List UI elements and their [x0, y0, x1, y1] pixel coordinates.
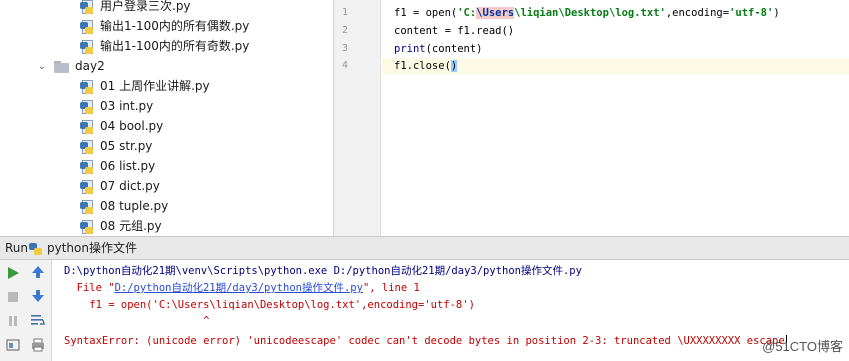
code-token: f1.close( [394, 60, 451, 72]
python-file-icon [80, 219, 96, 235]
project-tree: 用户登录三次.py 输出1-100内的所有偶数.py 输出1-100内的所有奇数… [0, 0, 333, 236]
line-number: 1 [341, 7, 348, 18]
layout-icon [6, 339, 20, 351]
console-traceback-code: f1 = open('C:\Users\liqian\Desktop\log.t… [64, 299, 475, 311]
down-stack-button[interactable] [29, 287, 47, 305]
code-line-1[interactable]: f1 = open('C:\Users\liqian\Desktop\log.t… [394, 5, 780, 22]
traceback-suffix: ", line 1 [362, 282, 420, 294]
code-line-2[interactable]: content = f1.read() [394, 23, 514, 40]
chevron-down-icon[interactable]: ⌄ [36, 57, 48, 77]
stop-icon [8, 292, 18, 302]
run-label[interactable]: Run [5, 237, 28, 259]
traceback-file-link[interactable]: D:/python自动化21期/day3/python操作文件.py [115, 282, 363, 294]
python-file-icon [80, 39, 96, 55]
folder-icon [54, 60, 70, 73]
code-builtin: print [394, 43, 426, 55]
print-button[interactable] [29, 336, 47, 354]
python-file-icon [80, 19, 96, 35]
rerun-button[interactable] [4, 264, 22, 282]
tree-file-item[interactable]: 08 tuple.py [80, 196, 168, 216]
python-icon [29, 243, 42, 255]
tree-file-item[interactable]: 07 dict.py [80, 176, 160, 196]
python-file-icon [80, 0, 96, 15]
tree-file-label: 07 dict.py [100, 179, 160, 193]
tree-file-item[interactable]: 用户登录三次.py [80, 0, 191, 16]
line-number: 3 [341, 43, 348, 54]
matched-bracket: ) [450, 60, 458, 72]
line-number: 4 [341, 60, 348, 71]
traceback-prefix: File " [64, 282, 115, 294]
tree-file-label: 输出1-100内的所有奇数.py [100, 39, 250, 53]
code-token: f1 = open( [394, 7, 458, 19]
tree-file-label: 08 元组.py [100, 219, 162, 233]
tree-file-item[interactable]: 05 str.py [80, 136, 152, 156]
python-file-icon [80, 119, 96, 135]
console-traceback-caret: ^ [64, 315, 210, 327]
python-file-icon [80, 179, 96, 195]
wrap-icon [31, 315, 45, 325]
console-error-line: SyntaxError: (unicode error) 'unicodeesc… [64, 333, 787, 349]
line-number: 2 [341, 25, 348, 36]
console-command-line: D:\python自动化21期\venv\Scripts\python.exe … [64, 265, 582, 277]
tree-file-item[interactable]: 03 int.py [80, 96, 153, 116]
python-file-icon [80, 79, 96, 95]
watermark: @51CTO博客 [762, 339, 843, 354]
tree-folder-day2[interactable]: ⌄ day2 [36, 56, 105, 76]
code-token: (content) [425, 43, 483, 55]
tree-folder-label: day2 [75, 59, 105, 73]
tree-file-item[interactable]: 08 元组.py [80, 216, 162, 236]
console-traceback-file: File "D:/python自动化21期/day3/python操作文件.py… [64, 280, 420, 296]
run-toolbar [0, 260, 52, 361]
stop-button[interactable] [4, 288, 22, 306]
python-file-icon [80, 99, 96, 115]
code-error-escape: \Users [476, 7, 515, 19]
soft-wrap-button[interactable] [29, 311, 47, 329]
up-stack-button[interactable] [29, 263, 47, 281]
code-string: 'C: [457, 7, 477, 19]
line-number-gutter: 1 2 3 4 [334, 0, 381, 236]
pause-button[interactable] [4, 312, 22, 330]
code-line-4-current[interactable]: f1.close() [382, 58, 849, 75]
run-console[interactable]: D:\python自动化21期\venv\Scripts\python.exe … [52, 260, 849, 361]
code-string: \liqian\Desktop\log.txt' [514, 7, 666, 19]
tree-file-item[interactable]: 04 bool.py [80, 116, 163, 136]
tree-file-label: 输出1-100内的所有偶数.py [100, 19, 250, 33]
arrow-down-icon [32, 290, 44, 302]
tree-file-label: 05 str.py [100, 139, 153, 153]
run-tool-window-header: Run python操作文件 [0, 236, 849, 260]
code-string: 'utf-8' [729, 7, 774, 19]
tree-file-item[interactable]: 输出1-100内的所有偶数.py [80, 16, 249, 36]
tree-file-item[interactable]: 输出1-100内的所有奇数.py [80, 36, 249, 56]
python-file-icon [80, 159, 96, 175]
error-message: SyntaxError: (unicode error) 'unicodeesc… [64, 335, 785, 347]
run-config-tab[interactable]: python操作文件 [47, 237, 137, 259]
code-token: ,encoding= [665, 7, 730, 19]
tree-file-item[interactable]: 01 上周作业讲解.py [80, 76, 210, 96]
tree-file-label: 06 list.py [100, 159, 156, 173]
tree-file-label: 01 上周作业讲解.py [100, 79, 210, 93]
code-line-3[interactable]: print(content) [394, 41, 483, 58]
tree-file-label: 04 bool.py [100, 119, 164, 133]
tree-file-label: 03 int.py [100, 99, 154, 113]
tree-file-item[interactable]: 06 list.py [80, 156, 155, 176]
python-file-icon [80, 139, 96, 155]
play-icon [8, 267, 19, 279]
pause-icon [9, 316, 17, 326]
code-editor[interactable]: 1 2 3 4 f1 = open('C:\Users\liqian\Deskt… [333, 0, 849, 236]
code-token: ) [773, 7, 780, 19]
tree-file-label: 用户登录三次.py [100, 0, 191, 13]
tree-file-label: 08 tuple.py [100, 199, 169, 213]
python-file-icon [80, 199, 96, 215]
layout-button[interactable] [4, 336, 22, 354]
arrow-up-icon [32, 266, 44, 278]
print-icon [32, 338, 44, 352]
